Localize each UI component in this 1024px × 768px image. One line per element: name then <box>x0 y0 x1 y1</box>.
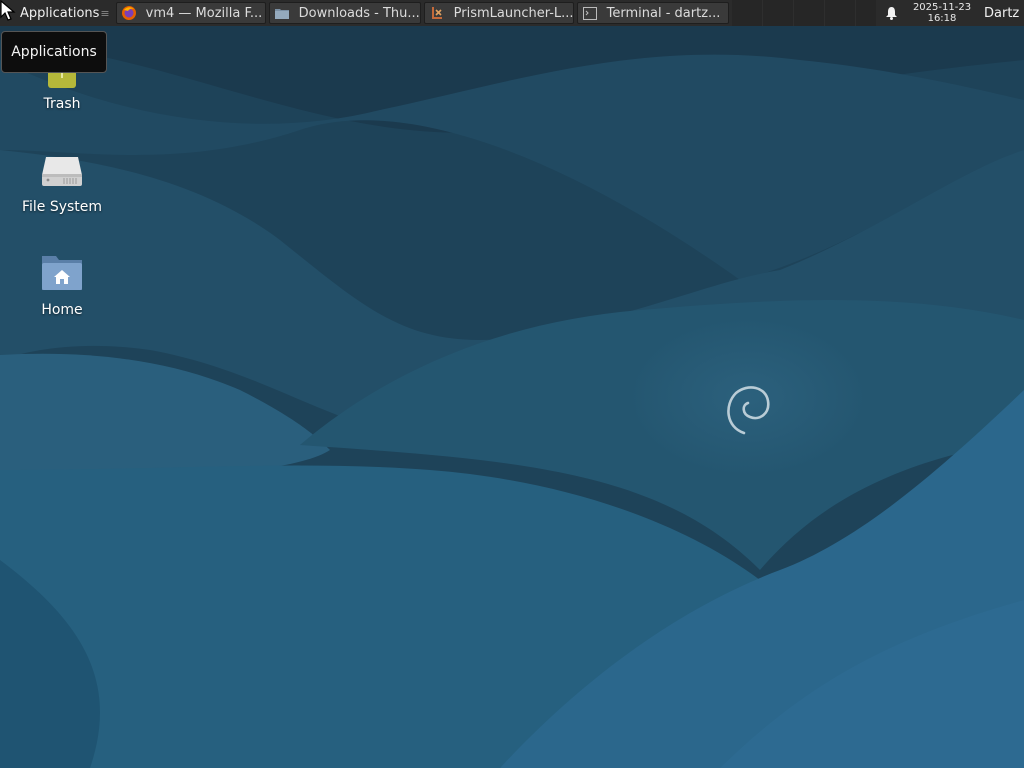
debian-wallpaper <box>0 0 1024 768</box>
desktop-icon-label: Trash <box>43 96 81 112</box>
desktop-icon-label: Home <box>41 302 83 318</box>
drive-icon <box>38 147 86 195</box>
desktop-icon-home[interactable]: Home <box>7 250 117 318</box>
home-folder-icon <box>38 250 86 298</box>
task-button-terminal[interactable]: Terminal - dartz... <box>576 2 729 24</box>
applications-menu-button[interactable]: Applications ≡ <box>0 0 116 26</box>
task-label: Downloads - Thu... <box>298 5 420 21</box>
folder-icon <box>274 5 290 21</box>
task-button-file-manager[interactable]: Downloads - Thu... <box>268 2 421 24</box>
desktop-icon-label: File System <box>21 199 103 215</box>
task-label: vm4 — Mozilla F... <box>145 5 263 21</box>
user-name: Dartz <box>984 5 1020 21</box>
task-button-firefox[interactable]: vm4 — Mozilla F... <box>115 2 266 24</box>
task-label: PrismLauncher-L... <box>453 5 574 21</box>
applications-tooltip: Applications <box>1 31 107 73</box>
firefox-icon <box>121 5 137 21</box>
notification-bell-icon[interactable] <box>876 0 906 26</box>
mouse-cursor-icon <box>0 0 16 21</box>
applications-menu-handle-icon: ≡ <box>100 6 110 20</box>
clock-time: 16:18 <box>927 13 957 24</box>
top-panel: Applications ≡ vm4 — Mozilla F... Downlo… <box>0 0 1024 26</box>
desktop: Applications ≡ vm4 — Mozilla F... Downlo… <box>0 0 1024 768</box>
applications-label: Applications <box>20 5 100 21</box>
prism-launcher-icon <box>429 5 445 21</box>
task-button-prism-launcher[interactable]: PrismLauncher-L... <box>423 2 574 24</box>
terminal-icon <box>582 5 598 21</box>
panel-clock[interactable]: 2025-11-23 16:18 <box>906 2 978 24</box>
clock-date: 2025-11-23 <box>912 2 972 13</box>
panel-empty-area <box>731 0 876 26</box>
desktop-icon-file-system[interactable]: File System <box>7 147 117 215</box>
tooltip-text: Applications <box>11 44 97 60</box>
user-menu-button[interactable]: Dartz <box>978 6 1024 21</box>
task-label: Terminal - dartz... <box>606 5 721 21</box>
